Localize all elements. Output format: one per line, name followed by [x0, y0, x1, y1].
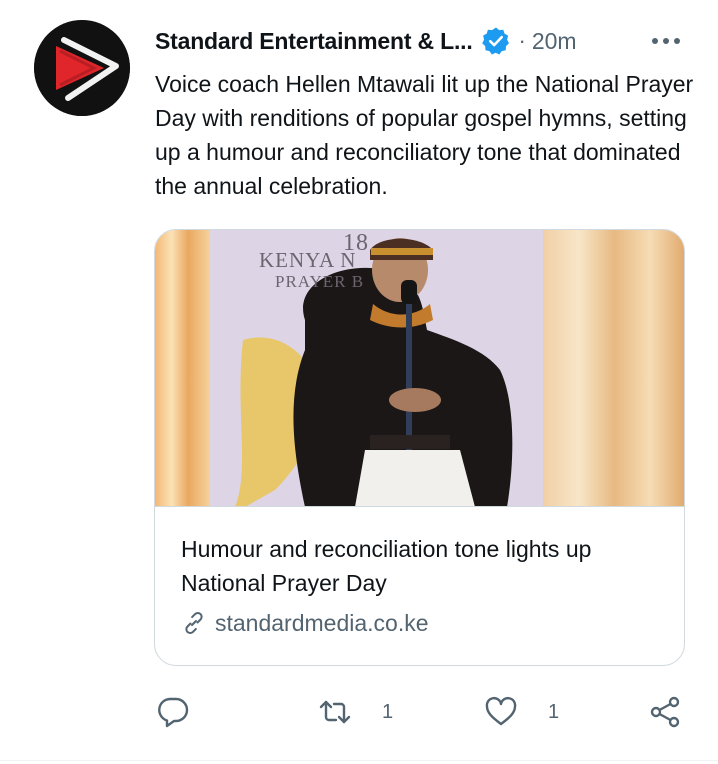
card-domain-text: standardmedia.co.ke	[215, 609, 429, 636]
retweet-icon	[319, 700, 351, 724]
standard-logo-icon	[34, 20, 130, 116]
header-separator: ·	[518, 28, 526, 53]
reply-icon	[158, 697, 189, 728]
verified-badge-icon	[481, 26, 511, 56]
tweet-timestamp[interactable]: 20m	[532, 28, 577, 55]
share-icon	[650, 696, 680, 728]
banner-line2-text: PRAYER B	[275, 272, 365, 291]
tweet-header: Standard Entertainment & L... · 20m	[155, 24, 695, 58]
more-dots-icon	[652, 38, 680, 44]
author-display-name[interactable]: Standard Entertainment & L...	[155, 28, 473, 55]
like-count: 1	[548, 700, 560, 723]
heart-icon	[485, 696, 517, 726]
reply-button[interactable]	[156, 690, 220, 734]
like-button[interactable]: 1	[484, 690, 559, 734]
banner-line1-text: KENYA N	[259, 248, 357, 272]
link-icon	[185, 612, 203, 634]
share-button[interactable]	[648, 690, 682, 734]
tweet-text: Voice coach Hellen Mtawali lit up the Na…	[155, 71, 694, 199]
tweet-actions: 1 1	[0, 690, 718, 734]
retweet-count: 1	[382, 700, 394, 723]
card-domain[interactable]: standardmedia.co.ke	[181, 606, 429, 640]
retweet-button[interactable]: 1	[318, 690, 393, 734]
link-card[interactable]: 18 KENYA N PRAYER B Humour and reconcili…	[154, 229, 685, 666]
card-image[interactable]: 18 KENYA N PRAYER B	[155, 230, 684, 507]
card-title[interactable]: Humour and reconciliation tone lights up…	[181, 532, 671, 600]
author-avatar[interactable]	[34, 20, 130, 116]
more-options-button[interactable]	[649, 26, 683, 56]
tweet-divider	[0, 760, 718, 761]
